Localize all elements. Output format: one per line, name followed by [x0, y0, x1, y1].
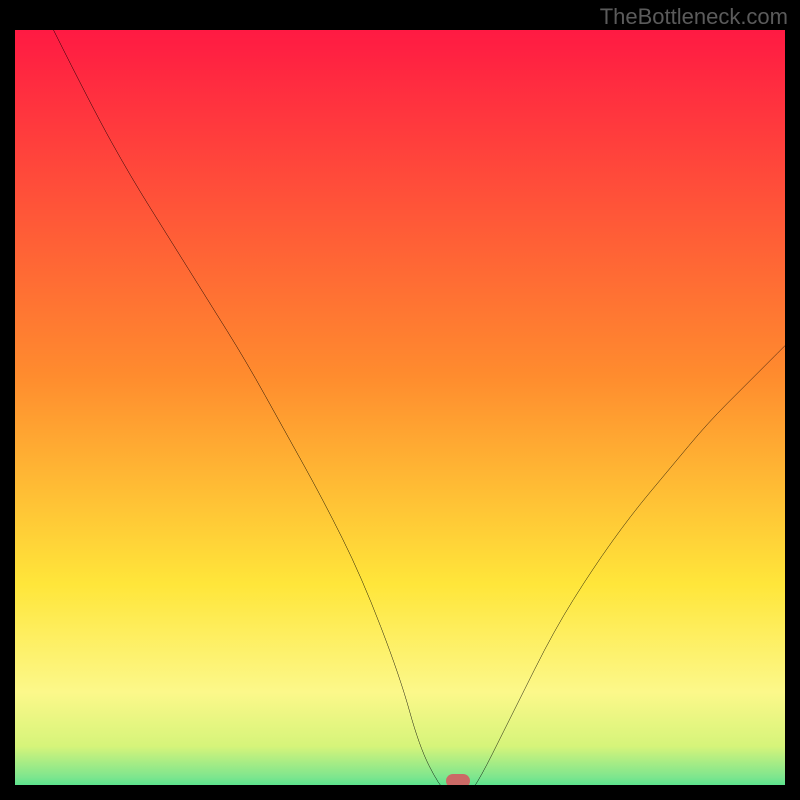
optimum-marker: [446, 774, 470, 785]
watermark-text: TheBottleneck.com: [600, 4, 788, 30]
chart-canvas: TheBottleneck.com: [0, 0, 800, 800]
plot-area: [15, 30, 785, 785]
bottleneck-curve: [15, 30, 785, 785]
